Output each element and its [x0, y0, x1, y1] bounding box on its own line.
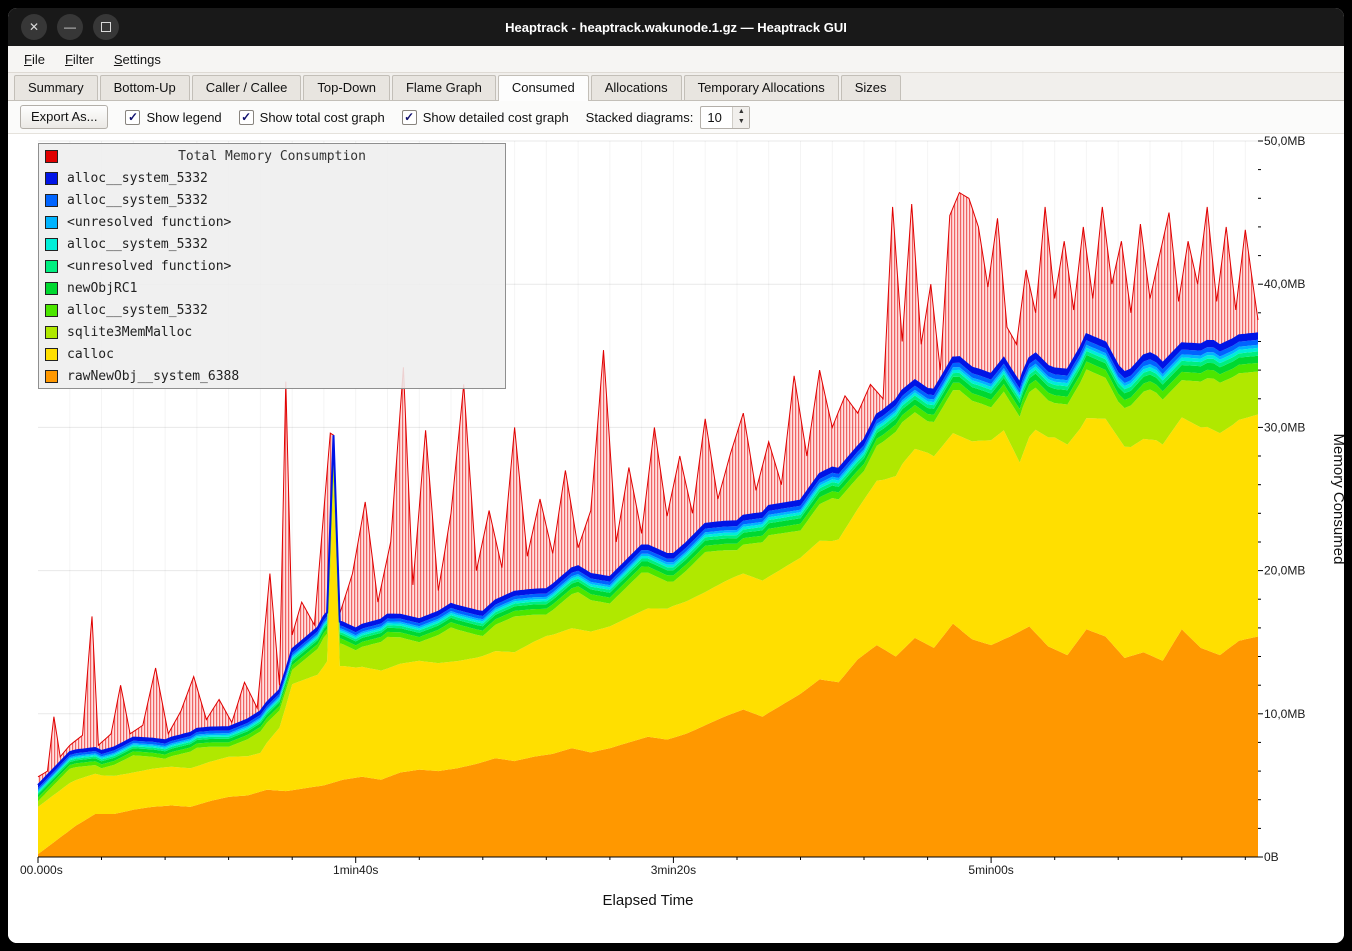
legend-label: rawNewObj__system_6388 — [67, 369, 239, 384]
tab-caller-callee[interactable]: Caller / Callee — [192, 75, 302, 100]
close-icon: ✕ — [29, 20, 39, 34]
legend-swatch — [45, 282, 58, 295]
legend-item: alloc__system_5332 — [39, 233, 505, 255]
legend-swatch — [45, 304, 58, 317]
legend-title-row: Total Memory Consumption — [39, 145, 505, 167]
tab-flame-graph[interactable]: Flame Graph — [392, 75, 496, 100]
legend-swatch — [45, 370, 58, 383]
checkbox-checked-icon: ✓ — [402, 110, 417, 125]
minimize-icon: — — [64, 20, 76, 34]
legend-label: newObjRC1 — [67, 281, 137, 296]
legend-item: rawNewObj__system_6388 — [39, 365, 505, 387]
menu-settings[interactable]: Settings — [104, 49, 171, 70]
spinner-up-icon[interactable]: ▲ — [733, 107, 749, 118]
menu-file-label: File — [24, 52, 45, 67]
menu-filter-label: Filter — [65, 52, 94, 67]
svg-text:40,0MB: 40,0MB — [1264, 277, 1305, 291]
legend-item: newObjRC1 — [39, 277, 505, 299]
legend-label: Total Memory Consumption — [67, 149, 477, 164]
checkbox-checked-icon: ✓ — [239, 110, 254, 125]
legend-swatch — [45, 194, 58, 207]
legend-item: <unresolved function> — [39, 255, 505, 277]
show-total-cost-label: Show total cost graph — [260, 110, 385, 125]
svg-text:50,0MB: 50,0MB — [1264, 134, 1305, 148]
legend-swatch — [45, 260, 58, 273]
tab-temporary-allocations[interactable]: Temporary Allocations — [684, 75, 839, 100]
legend-item: alloc__system_5332 — [39, 299, 505, 321]
legend-swatch — [45, 172, 58, 185]
legend-label: alloc__system_5332 — [67, 237, 208, 252]
tab-bar: Summary Bottom-Up Caller / Callee Top-Do… — [8, 73, 1344, 101]
chart-legend: Total Memory Consumption alloc__system_53… — [38, 143, 506, 389]
legend-label: sqlite3MemMalloc — [67, 325, 192, 340]
checkbox-checked-icon: ✓ — [125, 110, 140, 125]
svg-text:Memory Consumed: Memory Consumed — [1330, 434, 1344, 565]
heaptrack-window: ✕ — Heaptrack - heaptrack.wakunode.1.gz … — [8, 8, 1344, 943]
svg-text:00.000s: 00.000s — [20, 863, 63, 877]
tab-summary[interactable]: Summary — [14, 75, 98, 100]
show-legend-label: Show legend — [146, 110, 221, 125]
show-legend-checkbox[interactable]: ✓ Show legend — [125, 110, 221, 125]
tab-sizes[interactable]: Sizes — [841, 75, 901, 100]
consumed-chart-area[interactable]: 00.000s 1min40s 3min20s 5min00s 0B 10,0MB 20,0… — [8, 134, 1344, 943]
menu-bar: File Filter Settings — [8, 46, 1344, 73]
legend-label: alloc__system_5332 — [67, 303, 208, 318]
menu-file[interactable]: File — [14, 49, 55, 70]
menu-filter[interactable]: Filter — [55, 49, 104, 70]
legend-swatch — [45, 216, 58, 229]
chart-toolbar: Export As... ✓ Show legend ✓ Show total … — [8, 101, 1344, 134]
maximize-icon — [101, 22, 111, 32]
close-button[interactable]: ✕ — [21, 14, 47, 40]
titlebar[interactable]: ✕ — Heaptrack - heaptrack.wakunode.1.gz … — [8, 8, 1344, 46]
svg-text:10,0MB: 10,0MB — [1264, 707, 1305, 721]
svg-text:Elapsed Time: Elapsed Time — [603, 892, 694, 909]
window-controls: ✕ — — [21, 14, 119, 40]
show-detailed-cost-label: Show detailed cost graph — [423, 110, 569, 125]
legend-item: alloc__system_5332 — [39, 189, 505, 211]
legend-item: sqlite3MemMalloc — [39, 321, 505, 343]
window-title: Heaptrack - heaptrack.wakunode.1.gz — He… — [505, 20, 847, 35]
legend-label: <unresolved function> — [67, 215, 231, 230]
legend-label: alloc__system_5332 — [67, 193, 208, 208]
svg-text:3min20s: 3min20s — [651, 863, 696, 877]
tab-allocations[interactable]: Allocations — [591, 75, 682, 100]
spinner-down-icon[interactable]: ▼ — [733, 117, 749, 128]
svg-text:20,0MB: 20,0MB — [1264, 564, 1305, 578]
tab-consumed[interactable]: Consumed — [498, 75, 589, 101]
legend-item: alloc__system_5332 — [39, 167, 505, 189]
legend-item: calloc — [39, 343, 505, 365]
export-as-button[interactable]: Export As... — [20, 105, 108, 129]
legend-swatch — [45, 150, 58, 163]
legend-swatch — [45, 238, 58, 251]
svg-text:1min40s: 1min40s — [333, 863, 378, 877]
svg-text:0B: 0B — [1264, 850, 1279, 864]
legend-label: alloc__system_5332 — [67, 171, 208, 186]
legend-label: calloc — [67, 347, 114, 362]
legend-swatch — [45, 326, 58, 339]
svg-text:30,0MB: 30,0MB — [1264, 420, 1305, 434]
menu-settings-label: Settings — [114, 52, 161, 67]
stacked-diagrams-label: Stacked diagrams: — [586, 110, 694, 125]
stacked-diagrams-spinner[interactable]: 10 ▲ ▼ — [700, 106, 750, 129]
show-detailed-cost-checkbox[interactable]: ✓ Show detailed cost graph — [402, 110, 569, 125]
tab-bottom-up[interactable]: Bottom-Up — [100, 75, 190, 100]
legend-swatch — [45, 348, 58, 361]
minimize-button[interactable]: — — [57, 14, 83, 40]
legend-item: <unresolved function> — [39, 211, 505, 233]
svg-text:5min00s: 5min00s — [968, 863, 1013, 877]
maximize-button[interactable] — [93, 14, 119, 40]
tab-top-down[interactable]: Top-Down — [303, 75, 390, 100]
legend-label: <unresolved function> — [67, 259, 231, 274]
stacked-diagrams-value: 10 — [701, 107, 732, 128]
show-total-cost-checkbox[interactable]: ✓ Show total cost graph — [239, 110, 385, 125]
